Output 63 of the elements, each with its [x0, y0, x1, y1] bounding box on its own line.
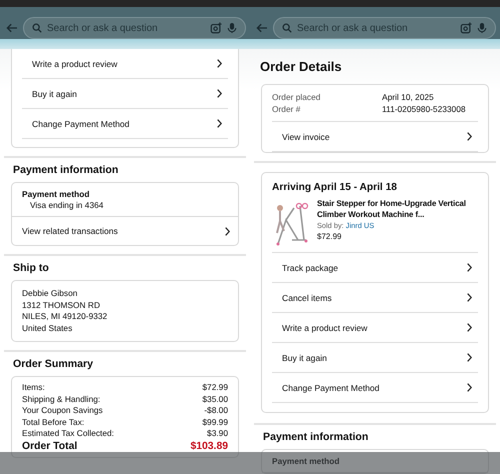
- payment-method-value: Visa ending in 4364: [29, 200, 104, 210]
- action-row[interactable]: Change Payment Method: [272, 373, 478, 403]
- payment-method-label: Payment method: [272, 456, 340, 466]
- section-heading: Payment information: [12, 163, 120, 178]
- summary-label: Total Before Tax:: [22, 416, 84, 428]
- info-label: Order placed: [272, 92, 322, 104]
- back-arrow-icon[interactable]: [6, 23, 18, 33]
- action-row[interactable]: Write a product review: [272, 313, 478, 343]
- info-value: April 10, 2025: [382, 92, 435, 104]
- section-heading: Ship to: [12, 261, 50, 276]
- section-heading: Payment information: [262, 430, 370, 445]
- chevron-right-icon: [217, 59, 222, 68]
- chevron-right-icon: [217, 89, 222, 98]
- action-row[interactable]: Write a product review: [22, 49, 228, 79]
- summary-value: $35.00: [202, 394, 228, 405]
- chevron-right-icon: [467, 132, 472, 141]
- chevron-right-icon: [467, 293, 472, 302]
- address-line: 1312 THOMSON RD: [22, 300, 102, 311]
- summary-label: Shipping & Handling:: [22, 394, 100, 405]
- chevron-right-icon: [217, 119, 222, 128]
- camera-icon[interactable]: [210, 22, 222, 34]
- summary-value: $72.99: [202, 382, 228, 394]
- search-input[interactable]: Search or ask a question: [297, 22, 455, 34]
- chevron-right-icon: [467, 323, 472, 332]
- search-icon: [282, 23, 292, 33]
- summary-label: Items:: [22, 382, 45, 394]
- microphone-icon[interactable]: [477, 22, 487, 34]
- address-line: United States: [22, 322, 74, 334]
- chevron-right-icon: [467, 263, 472, 272]
- back-arrow-icon[interactable]: [256, 23, 268, 33]
- microphone-icon[interactable]: [227, 22, 237, 34]
- address-line: Debbie Gibson: [22, 288, 78, 300]
- section-heading: Order Summary: [12, 357, 94, 372]
- chevron-right-icon: [225, 226, 230, 236]
- chevron-right-icon: [467, 353, 472, 362]
- info-value: 111-0205980-5233008: [382, 104, 467, 115]
- action-row[interactable]: Track package: [272, 253, 478, 283]
- info-label: Order #: [272, 104, 302, 115]
- product-title[interactable]: Stair Stepper for Home-Upgrade Vertical Climber Workout Machine f...: [317, 198, 478, 220]
- transactions-row[interactable]: View related transactions: [12, 217, 238, 245]
- page-title: Order Details: [259, 58, 343, 76]
- total-label: Order Total: [22, 440, 78, 452]
- action-row[interactable]: Change Payment Method: [22, 109, 228, 139]
- camera-icon[interactable]: [460, 22, 472, 34]
- action-row[interactable]: Cancel items: [272, 283, 478, 313]
- search-input[interactable]: Search or ask a question: [47, 22, 205, 34]
- search-field[interactable]: Search or ask a question: [23, 17, 246, 39]
- action-row[interactable]: Buy it again: [22, 79, 228, 109]
- summary-value: $3.90: [207, 428, 228, 440]
- summary-label: Estimated Tax Collected:: [22, 428, 114, 440]
- summary-value: $99.99: [202, 416, 228, 428]
- summary-label: Your Coupon Savings: [22, 405, 103, 416]
- action-row[interactable]: Buy it again: [272, 343, 478, 373]
- summary-value: -$8.00: [204, 405, 228, 416]
- payment-method-label: Payment method: [22, 189, 90, 199]
- search-field[interactable]: Search or ask a question: [273, 17, 496, 39]
- view-invoice-row[interactable]: View invoice: [272, 122, 478, 152]
- address-line: NILES, MI 49120-9332: [22, 311, 108, 322]
- total-value: $103.89: [190, 440, 228, 452]
- product-price: $72.99: [317, 232, 342, 241]
- chevron-right-icon: [467, 383, 472, 392]
- search-icon: [32, 23, 42, 33]
- shipment-heading: Arriving April 15 - April 18: [272, 182, 398, 195]
